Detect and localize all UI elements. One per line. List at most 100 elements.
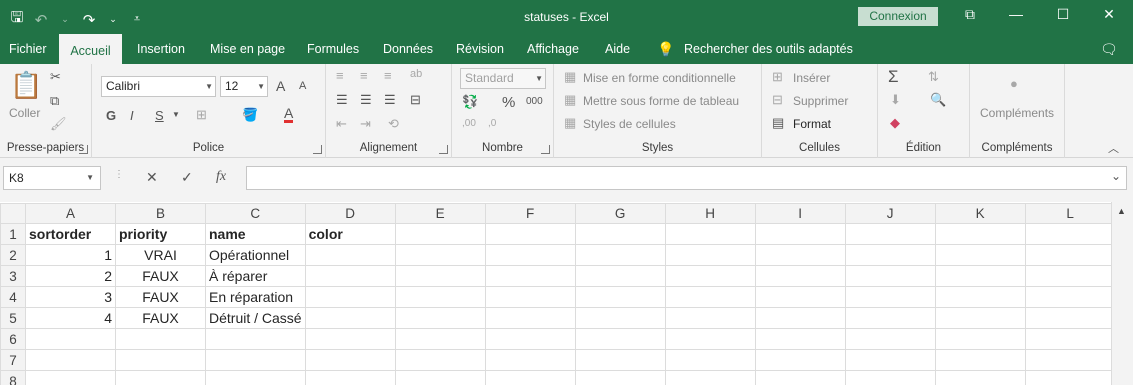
tab-accueil[interactable]: Accueil: [59, 34, 122, 64]
grow-font-icon[interactable]: A: [276, 78, 285, 94]
tab-donnees[interactable]: Données: [383, 34, 433, 64]
cell[interactable]: [205, 370, 306, 385]
cell[interactable]: [844, 370, 936, 385]
underline-button[interactable]: S: [155, 108, 164, 123]
cell[interactable]: [934, 244, 1026, 266]
currency-icon[interactable]: 💱: [462, 94, 478, 110]
cell[interactable]: [394, 265, 486, 287]
cell[interactable]: [394, 349, 486, 371]
column-header[interactable]: I: [754, 203, 846, 224]
shrink-font-icon[interactable]: A: [299, 80, 306, 92]
cell[interactable]: 2: [25, 265, 116, 287]
delete-cells-button[interactable]: Supprimer: [793, 94, 848, 108]
name-box[interactable]: K8 ▼: [3, 166, 101, 190]
clipboard-launcher-icon[interactable]: [79, 145, 88, 154]
cell[interactable]: [394, 370, 486, 385]
cell[interactable]: [484, 370, 576, 385]
cell[interactable]: [574, 265, 666, 287]
sign-in-button[interactable]: Connexion: [858, 7, 938, 26]
font-name-box[interactable]: Calibri ▼: [101, 76, 216, 97]
copy-icon[interactable]: ⧉: [50, 93, 59, 109]
cell[interactable]: [574, 349, 666, 371]
font-color-icon[interactable]: A: [284, 106, 294, 123]
cut-icon[interactable]: ✂: [50, 69, 61, 85]
tab-insertion[interactable]: Insertion: [137, 34, 185, 64]
cell[interactable]: [844, 349, 936, 371]
cell[interactable]: [844, 307, 936, 329]
worksheet-grid[interactable]: A B C D E F G H I J K L 1 sortorder prio…: [0, 202, 1133, 385]
row-header[interactable]: 2: [0, 244, 26, 266]
close-icon[interactable]: ✕: [1097, 6, 1121, 23]
sort-filter-icon[interactable]: ⇅: [928, 69, 939, 85]
cell[interactable]: [1024, 307, 1116, 329]
cell[interactable]: [304, 286, 396, 308]
cell[interactable]: [484, 328, 576, 350]
collapse-ribbon-icon[interactable]: ︿: [1108, 140, 1119, 156]
cell[interactable]: [304, 328, 396, 350]
align-left-icon[interactable]: ☰: [336, 92, 348, 108]
underline-dropdown-icon[interactable]: ▼: [172, 110, 180, 119]
tab-affichage[interactable]: Affichage: [527, 34, 579, 64]
undo-dropdown-icon[interactable]: ⌄: [58, 14, 72, 25]
tab-revision[interactable]: Révision: [456, 34, 504, 64]
column-header[interactable]: B: [115, 203, 206, 224]
cell[interactable]: [844, 286, 936, 308]
align-center-icon[interactable]: ☰: [360, 92, 372, 108]
redo-icon[interactable]: ↷: [82, 11, 96, 29]
tab-mise-en-page[interactable]: Mise en page: [210, 34, 285, 64]
format-cells-button[interactable]: Format: [793, 117, 831, 131]
addins-button[interactable]: Compléments: [980, 106, 1054, 120]
cell[interactable]: FAUX: [115, 265, 206, 287]
cell[interactable]: [754, 286, 846, 308]
column-header[interactable]: J: [844, 203, 936, 224]
align-bottom-icon[interactable]: ≡: [384, 68, 392, 83]
maximize-icon[interactable]: ☐: [1051, 6, 1075, 23]
cell[interactable]: [844, 244, 936, 266]
save-icon[interactable]: 🖫: [10, 7, 24, 32]
column-header[interactable]: L: [1024, 203, 1116, 224]
scroll-up-icon[interactable]: ▲: [1117, 206, 1126, 216]
cell[interactable]: [664, 244, 756, 266]
comments-icon[interactable]: 🗨: [1100, 34, 1118, 64]
cell[interactable]: 4: [25, 307, 116, 329]
cell[interactable]: [1024, 349, 1116, 371]
vertical-scrollbar[interactable]: ▲: [1111, 202, 1133, 385]
cell[interactable]: [664, 223, 756, 245]
minimize-icon[interactable]: —: [1004, 6, 1028, 22]
column-header[interactable]: E: [394, 203, 486, 224]
cell[interactable]: [664, 370, 756, 385]
row-header[interactable]: 4: [0, 286, 26, 308]
expand-formula-icon[interactable]: ⌄: [1111, 169, 1121, 183]
ribbon-display-icon[interactable]: ⧉: [958, 6, 982, 23]
cell[interactable]: [304, 307, 396, 329]
cell[interactable]: [394, 328, 486, 350]
cell[interactable]: À réparer: [205, 265, 306, 287]
orientation-icon[interactable]: ab: [410, 68, 422, 80]
number-format-dropdown-icon[interactable]: ▼: [535, 69, 543, 88]
cell[interactable]: [484, 244, 576, 266]
select-all-corner[interactable]: [0, 203, 26, 224]
tab-aide[interactable]: Aide: [605, 34, 630, 64]
column-header[interactable]: H: [664, 203, 756, 224]
align-middle-icon[interactable]: ≡: [360, 68, 368, 83]
cell[interactable]: [934, 223, 1026, 245]
cell[interactable]: [25, 370, 116, 385]
row-header[interactable]: 3: [0, 265, 26, 287]
format-painter-icon[interactable]: 🖌: [50, 116, 67, 132]
cell[interactable]: [394, 244, 486, 266]
cell[interactable]: [754, 328, 846, 350]
clear-icon[interactable]: ◆: [890, 115, 900, 131]
tab-formules[interactable]: Formules: [307, 34, 359, 64]
cell[interactable]: [394, 307, 486, 329]
cell-styles-button[interactable]: Styles de cellules: [583, 117, 676, 131]
cell[interactable]: [664, 307, 756, 329]
find-select-icon[interactable]: 🔍: [930, 92, 946, 108]
cell[interactable]: [205, 349, 306, 371]
column-header[interactable]: G: [574, 203, 666, 224]
cell[interactable]: [484, 349, 576, 371]
cell[interactable]: color: [304, 223, 396, 245]
cell[interactable]: [934, 286, 1026, 308]
cell[interactable]: [484, 223, 576, 245]
cell[interactable]: [754, 244, 846, 266]
cell[interactable]: [115, 370, 206, 385]
